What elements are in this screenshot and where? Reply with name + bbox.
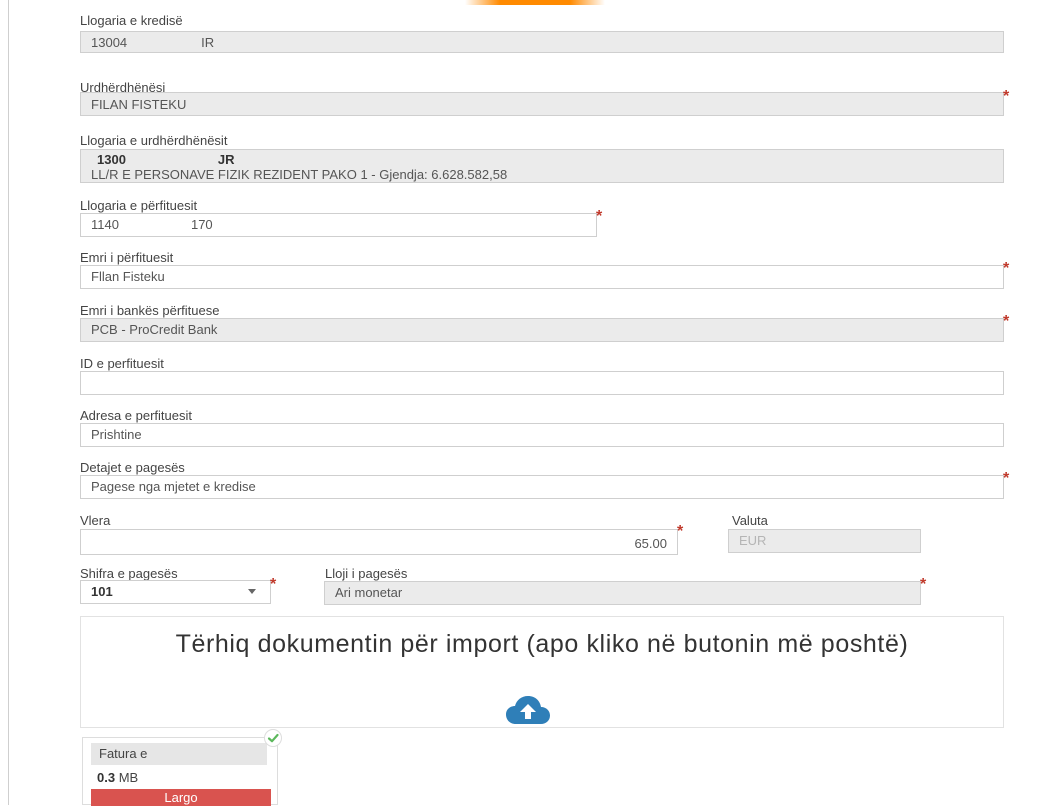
payment-details-value: Pagese nga mjetet e kredise [91,479,256,494]
orderer-account-number-end: JR [217,152,235,167]
payment-code-label: Shifra e pagesës [80,566,178,581]
chevron-down-icon [248,589,256,594]
file-size: 0.3 MB [97,770,139,785]
required-mark: * [1003,88,1010,105]
document-dropzone[interactable]: Tërhiq dokumentin për import (apo kliko … [80,616,1004,728]
orderer-account-number-start: 1300 [97,152,126,167]
required-mark: * [270,576,277,593]
file-name: Fatura e [91,743,267,765]
beneficiary-bank-value: PCB - ProCredit Bank [91,322,218,337]
beneficiary-name-input[interactable]: Fllan Fisteku [80,265,1004,289]
top-accent-bar [465,0,605,5]
amount-value: 65.00 [634,536,667,551]
beneficiary-account-input[interactable]: 1140 170 [80,213,597,237]
orderer-account-label: Llogaria e urdhërdhënësit [80,133,228,148]
payment-code-value: 101 [91,584,113,599]
payment-details-label: Detajet e pagesës [80,460,185,475]
beneficiary-id-input[interactable] [80,371,1004,395]
payment-code-select[interactable]: 101 [80,580,271,604]
credit-account-field: 13004 IR [80,31,1004,53]
beneficiary-bank-field: PCB - ProCredit Bank [80,318,1004,342]
beneficiary-address-input[interactable]: Prishtine [80,423,1004,447]
currency-value: EUR [739,533,767,548]
cloud-upload-icon[interactable] [505,695,551,725]
redaction-mask [118,219,191,232]
beneficiary-address-value: Prishtine [91,427,142,442]
uploaded-file-card: Fatura e 0.3 MB Largo [82,737,278,806]
beneficiary-account-label: Llogaria e përfituesit [80,198,198,213]
required-mark: * [1003,313,1010,330]
required-mark: * [920,576,927,593]
required-mark: * [677,523,684,540]
orderer-account-field: 1300 JR LL/R E PERSONAVE FIZIK REZIDENT P… [80,149,1004,183]
payment-details-input[interactable]: Pagese nga mjetet e kredise [80,475,1004,499]
credit-account-label: Llogaria e kredisë [80,13,183,28]
beneficiary-account-value-end: 170 [190,217,213,232]
redaction-mask [127,37,202,50]
orderer-field: FILAN FISTEKU [80,92,1004,116]
payment-type-label: Lloji i pagesës [325,566,408,581]
beneficiary-name-value: Fllan Fisteku [91,269,165,284]
currency-field: EUR [728,529,921,553]
currency-label: Valuta [732,513,768,528]
required-mark: * [1003,260,1010,277]
beneficiary-bank-label: Emri i bankës përfituese [80,303,220,318]
beneficiary-address-label: Adresa e perfituesit [80,408,193,423]
orderer-value: FILAN FISTEKU [91,97,187,112]
payment-type-field: Ari monetar [324,581,921,605]
page-left-border [8,0,9,805]
dropzone-text: Tërhiq dokumentin për import (apo kliko … [175,630,909,658]
remove-file-button[interactable]: Largo [91,789,271,806]
orderer-account-balance: LL/R E PERSONAVE FIZIK REZIDENT PAKO 1 -… [91,167,508,182]
redaction-mask [125,155,218,167]
credit-account-value-end: IR [201,35,215,50]
check-icon [264,729,282,747]
credit-account-value-start: 13004 [91,35,128,50]
amount-label: Vlera [80,513,111,528]
beneficiary-id-label: ID e perfituesit [80,356,164,371]
amount-input[interactable]: 65.00 [80,529,678,555]
beneficiary-account-value-start: 1140 [91,217,119,232]
required-mark: * [596,208,603,225]
payment-type-value: Ari monetar [335,585,403,600]
required-mark: * [1003,470,1010,487]
beneficiary-name-label: Emri i përfituesit [80,250,174,265]
